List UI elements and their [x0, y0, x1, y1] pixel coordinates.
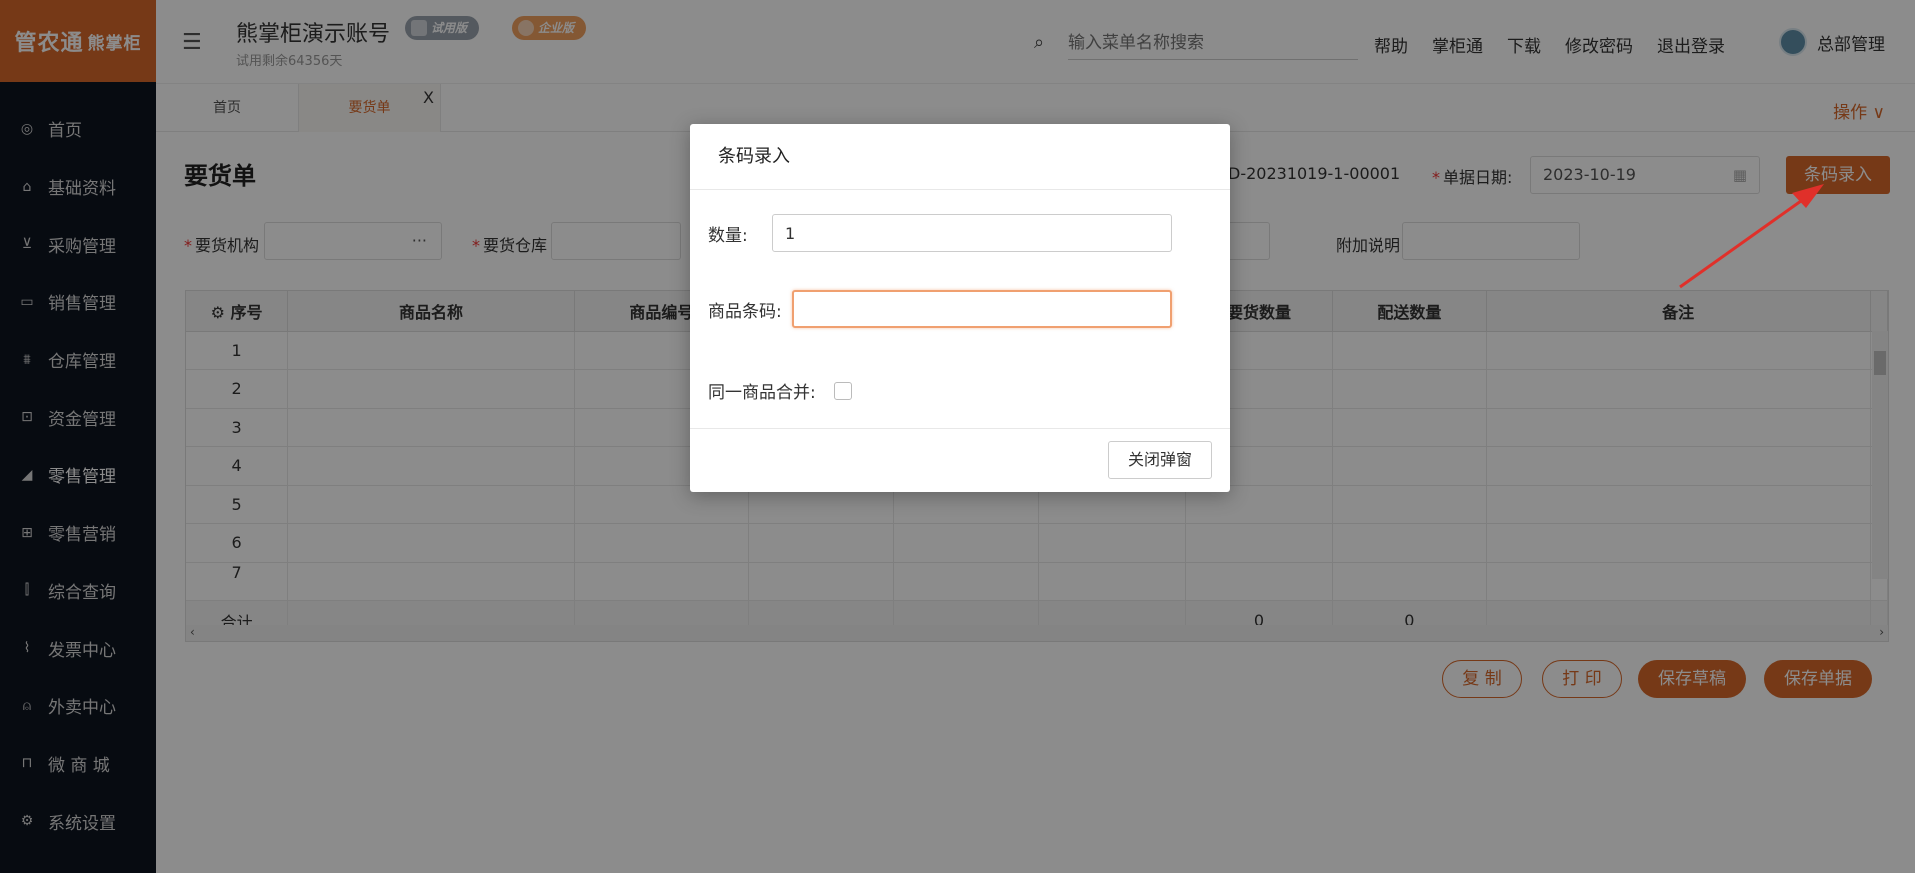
close-dialog-button[interactable]: 关闭弹窗: [1108, 441, 1212, 479]
barcode-dialog: 条码录入 数量: 商品条码: 同一商品合并: 关闭弹窗: [690, 124, 1230, 492]
qty-input[interactable]: [772, 214, 1172, 252]
barcode-input[interactable]: [792, 290, 1172, 328]
dialog-title: 条码录入: [690, 124, 1230, 190]
dialog-footer: 关闭弹窗: [690, 428, 1230, 492]
qty-label: 数量:: [708, 225, 748, 246]
merge-label: 同一商品合并:: [708, 383, 816, 403]
barcode-label: 商品条码:: [708, 301, 782, 322]
merge-checkbox[interactable]: [833, 381, 852, 400]
qty-row: 数量:: [708, 214, 1172, 252]
merge-row: 同一商品合并:: [708, 378, 852, 403]
barcode-row: 商品条码:: [708, 290, 1172, 328]
